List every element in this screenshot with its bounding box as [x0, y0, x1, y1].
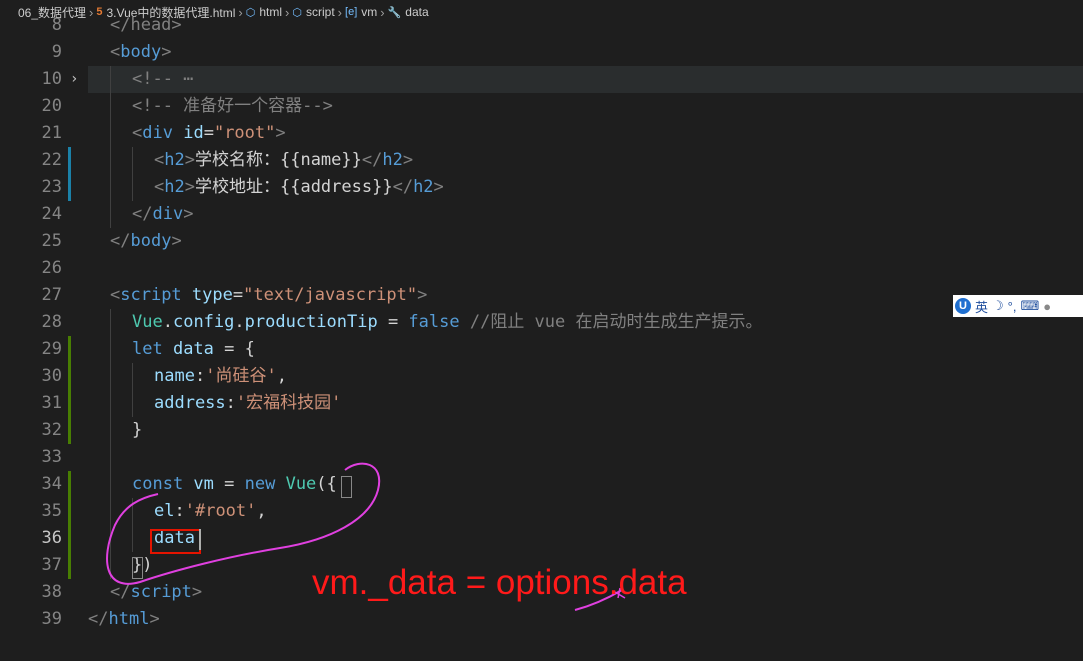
- git-added-marker: [68, 498, 71, 525]
- code-line[interactable]: 33: [0, 444, 1083, 471]
- code-line[interactable]: 34 const vm = new Vue({: [0, 471, 1083, 498]
- chevron-right-icon[interactable]: ›: [70, 66, 78, 93]
- code-line-folded[interactable]: 10 › <!-- ⋯: [0, 66, 1083, 93]
- code-line[interactable]: 21 <div id="root">: [0, 120, 1083, 147]
- code-line[interactable]: 23 <h2>学校地址：{{address}}</h2>: [0, 174, 1083, 201]
- code-line[interactable]: 28 Vue.config.productionTip = false //阻止…: [0, 309, 1083, 336]
- code-line[interactable]: 9 <body>: [0, 39, 1083, 66]
- keyboard-icon[interactable]: ⌨: [1020, 298, 1039, 314]
- code-line[interactable]: 22 <h2>学校名称：{{name}}</h2>: [0, 147, 1083, 174]
- code-line[interactable]: 20 <!-- 准备好一个容器-->: [0, 93, 1083, 120]
- git-added-marker: [68, 390, 71, 417]
- git-modified-marker: [68, 147, 71, 174]
- folded-ellipsis[interactable]: ⋯: [183, 69, 193, 89]
- code-line[interactable]: 30 name:'尚硅谷',: [0, 363, 1083, 390]
- code-line[interactable]: 26: [0, 255, 1083, 282]
- code-line[interactable]: 39 </html>: [0, 606, 1083, 633]
- bracket-match-box: [341, 476, 352, 498]
- code-line[interactable]: 31 address:'宏福科技园': [0, 390, 1083, 417]
- data-highlight-box: [150, 529, 201, 554]
- code-line[interactable]: 29 let data = {: [0, 336, 1083, 363]
- git-added-marker: [68, 471, 71, 498]
- code-line[interactable]: 24 </div>: [0, 201, 1083, 228]
- git-added-marker: [68, 336, 71, 363]
- annotation-text: vm._data = options.data: [312, 563, 687, 602]
- code-line[interactable]: 27 <script type="text/javascript">: [0, 282, 1083, 309]
- bracket-match-box: [132, 557, 143, 579]
- git-added-marker: [68, 363, 71, 390]
- moon-icon[interactable]: ☽: [992, 298, 1004, 314]
- code-line[interactable]: 32 }: [0, 417, 1083, 444]
- git-modified-marker: [68, 174, 71, 201]
- git-added-marker: [68, 417, 71, 444]
- code-line[interactable]: 25 </body>: [0, 228, 1083, 255]
- text-cursor: [199, 529, 201, 550]
- ime-language-toggle[interactable]: 英: [975, 297, 988, 316]
- ime-logo-icon[interactable]: U: [955, 298, 971, 314]
- git-added-marker: [68, 552, 71, 579]
- git-added-marker: [68, 525, 71, 552]
- ime-toolbar[interactable]: U 英 ☽ °, ⌨ ●: [953, 295, 1083, 317]
- punctuation-icon[interactable]: °,: [1008, 299, 1017, 314]
- code-line[interactable]: 35 el:'#root',: [0, 498, 1083, 525]
- code-line[interactable]: 8 </head>: [0, 12, 1083, 39]
- user-icon[interactable]: ●: [1043, 299, 1051, 314]
